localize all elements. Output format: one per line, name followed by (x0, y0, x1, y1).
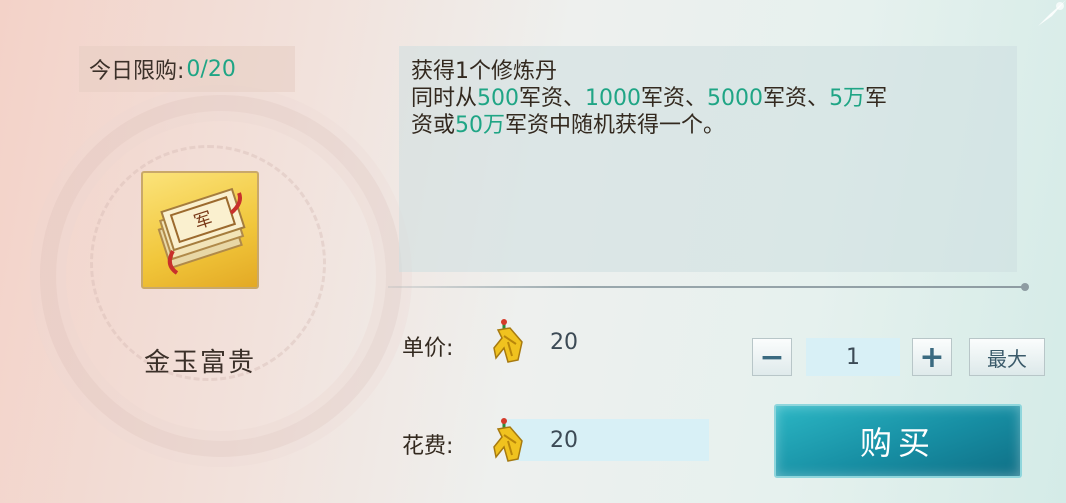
description-highlight: 1000 (585, 86, 642, 111)
total-cost-field: 20 (506, 419, 709, 461)
daily-limit-label: 今日限购: (89, 59, 185, 84)
max-quantity-button[interactable]: 最大 (969, 338, 1045, 376)
increase-quantity-button[interactable]: + (912, 338, 952, 376)
cost-label: 花费: (402, 434, 454, 459)
description-highlight: 5万 (829, 86, 866, 111)
description-highlight: 50万 (455, 113, 506, 138)
gold-token-icon (493, 418, 523, 462)
description-highlight: 5000 (707, 86, 764, 111)
decrease-quantity-button[interactable]: − (752, 338, 792, 376)
description-text: 军资、 (763, 86, 830, 111)
description-text: 资或 (411, 113, 456, 138)
quantity-field[interactable] (806, 338, 900, 376)
description-text: 同时从 (411, 86, 478, 111)
total-cost-value: 20 (550, 427, 578, 453)
buy-button[interactable]: 购买 (774, 404, 1022, 478)
description-text: 军资中随机获得一个。 (505, 113, 726, 138)
description-text: 军资、 (519, 86, 586, 111)
description-text: 军资、 (641, 86, 708, 111)
description-line-1: 获得1个修炼丹 (411, 59, 557, 84)
divider-end-dot (1021, 283, 1029, 291)
item-scroll-icon[interactable]: 军 (141, 171, 259, 289)
description-highlight: 500 (477, 86, 520, 111)
description-line-3: 资或50万军资中随机获得一个。 (411, 112, 1005, 139)
unit-price-label: 单价: (402, 336, 454, 361)
description-text: 军 (865, 86, 888, 111)
item-name: 金玉富贵 (143, 348, 256, 378)
sparkle-icon (1038, 0, 1066, 26)
unit-price-value: 20 (550, 330, 578, 355)
scroll-bundle-icon: 军 (157, 187, 246, 275)
description-line-2: 同时从500军资、1000军资、5000军资、5万军 (411, 85, 1005, 112)
daily-limit-value: 0/20 (186, 56, 236, 82)
divider (388, 286, 1028, 288)
gold-token-icon (493, 319, 523, 363)
daily-limit-badge: 今日限购: 0/20 (79, 46, 295, 92)
item-description: 获得1个修炼丹 同时从500军资、1000军资、5000军资、5万军 资或50万… (399, 46, 1017, 272)
